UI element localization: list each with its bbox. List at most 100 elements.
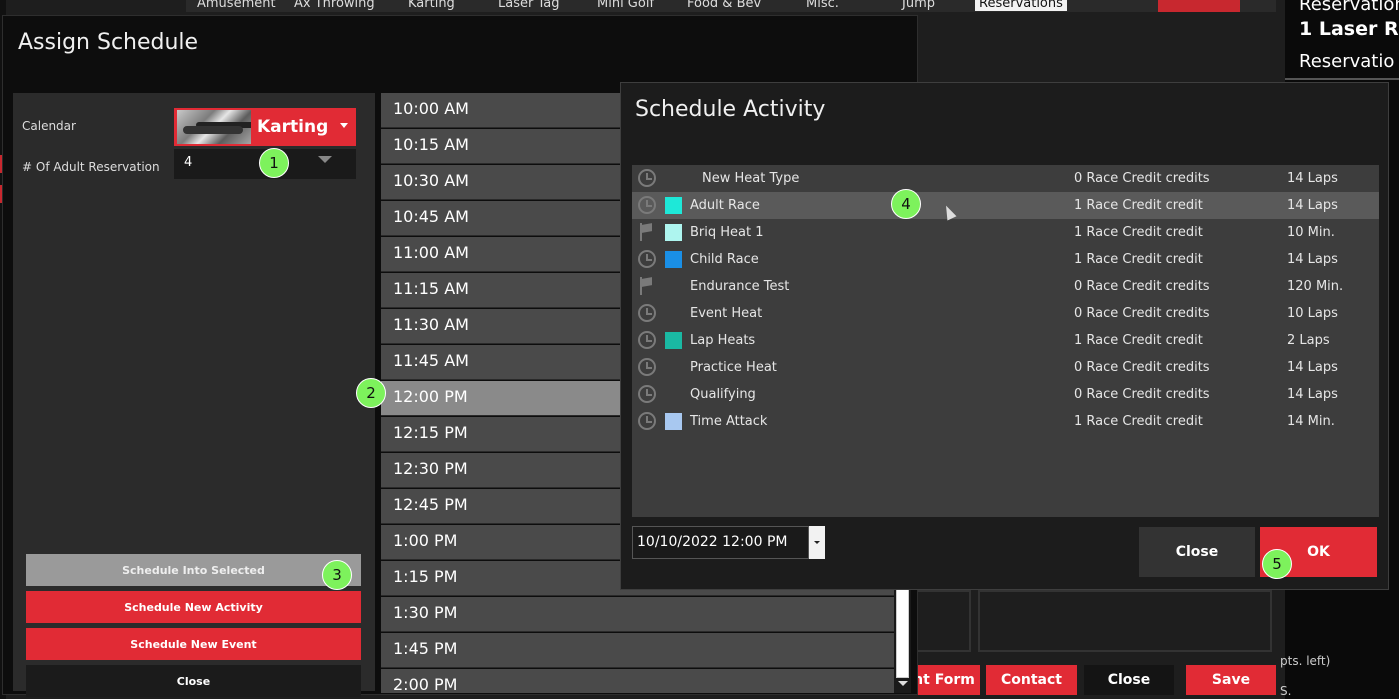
- activity-name: Event Heat: [690, 306, 763, 321]
- list-item[interactable]: Briq Heat 1 1 Race Credit credit 10 Min.: [632, 219, 1379, 246]
- calendar-label: Calendar: [22, 119, 76, 133]
- activity-length: 14 Laps: [1287, 360, 1338, 375]
- alarm-clock-icon: [638, 169, 656, 187]
- activity-credit: 0 Race Credit credits: [1074, 306, 1210, 321]
- dialog-title: Assign Schedule: [18, 30, 199, 55]
- chevron-down-icon: [340, 123, 348, 128]
- calendar-value: Karting: [257, 117, 329, 137]
- tab-reservations[interactable]: Reservations: [975, 0, 1067, 11]
- tab-ax-throwing[interactable]: Ax Throwing: [294, 0, 375, 11]
- tab-jump[interactable]: Jump: [902, 0, 935, 11]
- activity-name: Qualifying: [690, 387, 756, 402]
- list-item[interactable]: Child Race 1 Race Credit credit 14 Laps: [632, 246, 1379, 273]
- step-badge: 1: [259, 148, 289, 178]
- datetime-dropdown-icon[interactable]: [809, 526, 825, 559]
- background-right-text: Reservations: [1299, 0, 1399, 15]
- background-tab-bar: Amusement Ax Throwing Karting Laser Tag …: [186, 0, 1276, 12]
- list-item[interactable]: Lap Heats 1 Race Credit credit 2 Laps: [632, 327, 1379, 354]
- activity-credit: 1 Race Credit credit: [1074, 414, 1203, 429]
- adult-reservation-label: # Of Adult Reservation: [22, 160, 160, 174]
- activity-length: 14 Laps: [1287, 171, 1338, 186]
- scroll-down-icon[interactable]: [898, 681, 908, 686]
- tab-food-bev[interactable]: Food & Bev: [687, 0, 761, 11]
- schedule-activity-dialog: Schedule Activity New Heat Type 0 Race C…: [620, 82, 1389, 590]
- background-right-text: S.: [1280, 684, 1292, 698]
- adult-reservation-value: 4: [184, 155, 193, 170]
- background-right-heading: 1 Laser Re: [1299, 18, 1399, 40]
- activity-credit: 1 Race Credit credit: [1074, 225, 1203, 240]
- tab-karting[interactable]: Karting: [408, 0, 455, 11]
- activity-length: 14 Laps: [1287, 387, 1338, 402]
- color-swatch: [665, 332, 682, 349]
- list-item[interactable]: Endurance Test 0 Race Credit credits 120…: [632, 273, 1379, 300]
- step-badge: 4: [891, 189, 921, 219]
- background-right-text: Reservatio: [1299, 51, 1395, 72]
- time-slot[interactable]: 2:00 PM: [381, 669, 894, 693]
- list-item[interactable]: Practice Heat 0 Race Credit credits 14 L…: [632, 354, 1379, 381]
- alarm-clock-icon: [638, 412, 656, 430]
- activity-close-button[interactable]: Close: [1139, 527, 1255, 577]
- tab-misc[interactable]: Misc.: [806, 0, 839, 11]
- activity-credit: 0 Race Credit credits: [1074, 279, 1210, 294]
- activity-length: 14 Min.: [1287, 414, 1335, 429]
- activity-credit: 1 Race Credit credit: [1074, 333, 1203, 348]
- background-box: [978, 590, 1272, 652]
- activity-length: 10 Laps: [1287, 306, 1338, 321]
- alarm-clock-icon: [638, 358, 656, 376]
- activity-name: New Heat Type: [702, 171, 800, 186]
- time-slot[interactable]: 1:30 PM: [381, 597, 894, 632]
- activity-length: 120 Min.: [1287, 279, 1344, 294]
- schedule-new-event-button[interactable]: Schedule New Event: [26, 628, 361, 660]
- list-item[interactable]: Event Heat 0 Race Credit credits 10 Laps: [632, 300, 1379, 327]
- calendar-select[interactable]: Karting: [174, 108, 356, 146]
- schedule-new-activity-button[interactable]: Schedule New Activity: [26, 591, 361, 623]
- background-box: [916, 590, 971, 652]
- color-swatch: [665, 224, 682, 241]
- background-divider: [1285, 78, 1399, 80]
- flag-icon: [638, 277, 652, 295]
- alarm-clock-icon: [638, 304, 656, 322]
- alarm-clock-icon: [638, 385, 656, 403]
- activity-length: 10 Min.: [1287, 225, 1335, 240]
- background-form-button[interactable]: nt Form: [908, 665, 980, 695]
- activity-name: Endurance Test: [690, 279, 790, 294]
- alarm-clock-icon: [638, 250, 656, 268]
- background-red-button[interactable]: [1158, 0, 1240, 12]
- assign-close-button[interactable]: Close: [26, 665, 361, 697]
- list-item[interactable]: Qualifying 0 Race Credit credits 14 Laps: [632, 381, 1379, 408]
- flag-icon: [638, 223, 652, 241]
- list-item[interactable]: New Heat Type 0 Race Credit credits 14 L…: [632, 165, 1379, 192]
- background-save-button[interactable]: Save: [1186, 665, 1276, 695]
- alarm-clock-icon: [638, 196, 656, 214]
- list-item[interactable]: Time Attack 1 Race Credit credit 14 Min.: [632, 408, 1379, 435]
- tab-laser-tag[interactable]: Laser Tag: [498, 0, 559, 11]
- tab-amusement[interactable]: Amusement: [197, 0, 276, 11]
- schedule-into-selected-button[interactable]: Schedule Into Selected: [26, 554, 361, 586]
- alarm-clock-icon: [638, 331, 656, 349]
- activity-length: 14 Laps: [1287, 198, 1338, 213]
- time-slot[interactable]: 1:45 PM: [381, 633, 894, 668]
- tab-mini-golf[interactable]: Mini Golf: [597, 0, 654, 11]
- chevron-down-icon[interactable]: [318, 156, 332, 163]
- activity-credit: 1 Race Credit credit: [1074, 198, 1203, 213]
- activity-credit: 0 Race Credit credits: [1074, 387, 1210, 402]
- color-swatch: [665, 413, 682, 430]
- activity-credit: 0 Race Credit credits: [1074, 171, 1210, 186]
- activity-credit: 0 Race Credit credits: [1074, 360, 1210, 375]
- background-close-button[interactable]: Close: [1084, 665, 1174, 695]
- assign-options-panel: Calendar Karting # Of Adult Reservation …: [13, 93, 375, 697]
- activity-name: Child Race: [690, 252, 759, 267]
- step-badge: 2: [356, 378, 386, 408]
- color-swatch: [665, 251, 682, 268]
- dialog-title: Schedule Activity: [635, 97, 826, 122]
- activity-list: New Heat Type 0 Race Credit credits 14 L…: [632, 165, 1379, 517]
- color-swatch: [665, 197, 682, 214]
- background-contact-button[interactable]: Contact: [986, 665, 1077, 695]
- list-item-highlighted[interactable]: Adult Race 1 Race Credit credit 14 Laps: [632, 192, 1379, 219]
- step-badge: 5: [1262, 549, 1292, 579]
- activity-name: Time Attack: [690, 414, 768, 429]
- activity-credit: 1 Race Credit credit: [1074, 252, 1203, 267]
- activity-name: Practice Heat: [690, 360, 777, 375]
- activity-length: 14 Laps: [1287, 252, 1338, 267]
- datetime-input[interactable]: 10/10/2022 12:00 PM: [632, 526, 809, 559]
